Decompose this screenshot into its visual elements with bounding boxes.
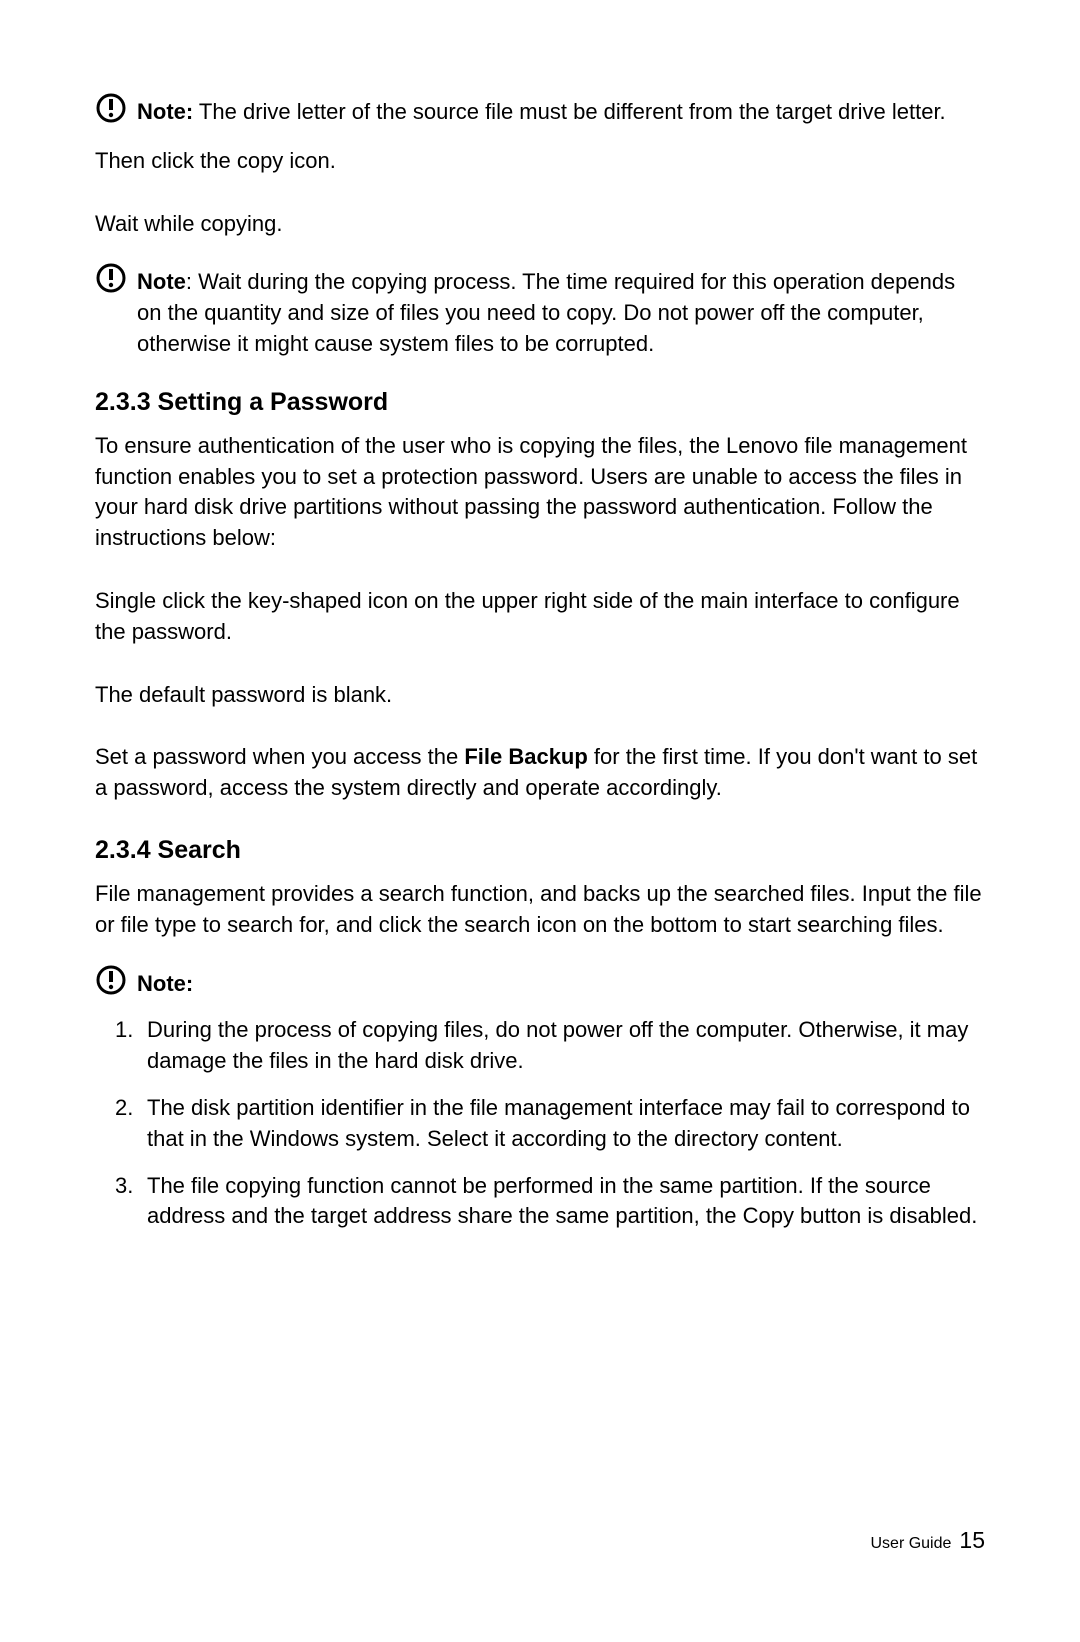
note-block-3: Note: bbox=[95, 967, 985, 1000]
alert-icon bbox=[95, 262, 127, 294]
note-label: Note: bbox=[137, 971, 193, 996]
note-label: Note: bbox=[137, 99, 193, 124]
paragraph: To ensure authentication of the user who… bbox=[95, 431, 985, 554]
list-item: The file copying function cannot be perf… bbox=[115, 1171, 985, 1233]
paragraph: Set a password when you access the File … bbox=[95, 742, 985, 804]
para-bold: File Backup bbox=[464, 744, 587, 769]
footer-label: User Guide bbox=[870, 1535, 951, 1552]
page-footer: User Guide 15 bbox=[870, 1527, 985, 1554]
para-pre: Set a password when you access the bbox=[95, 744, 464, 769]
paragraph: Then click the copy icon. bbox=[95, 146, 985, 177]
note-body: The drive letter of the source file must… bbox=[193, 99, 945, 124]
list-item: The disk partition identifier in the fil… bbox=[115, 1093, 985, 1155]
paragraph: Wait while copying. bbox=[95, 209, 985, 240]
note-block-2: Note: Wait during the copying process. T… bbox=[95, 265, 985, 359]
list-item: During the process of copying files, do … bbox=[115, 1015, 985, 1077]
alert-icon bbox=[95, 92, 127, 124]
note-list: During the process of copying files, do … bbox=[95, 1015, 985, 1232]
alert-icon bbox=[95, 964, 127, 996]
note-body: : Wait during the copying process. The t… bbox=[137, 269, 955, 356]
note-text-1: Note: The drive letter of the source fil… bbox=[137, 95, 946, 128]
section-heading-password: 2.3.3 Setting a Password bbox=[95, 388, 985, 417]
note-label: Note bbox=[137, 269, 186, 294]
paragraph: File management provides a search functi… bbox=[95, 879, 985, 941]
note-text-2: Note: Wait during the copying process. T… bbox=[137, 265, 985, 359]
section-heading-search: 2.3.4 Search bbox=[95, 836, 985, 865]
note-text-3: Note: bbox=[137, 967, 193, 1000]
page-number: 15 bbox=[959, 1527, 985, 1553]
paragraph: The default password is blank. bbox=[95, 680, 985, 711]
note-block-1: Note: The drive letter of the source fil… bbox=[95, 95, 985, 128]
paragraph: Single click the key-shaped icon on the … bbox=[95, 586, 985, 648]
